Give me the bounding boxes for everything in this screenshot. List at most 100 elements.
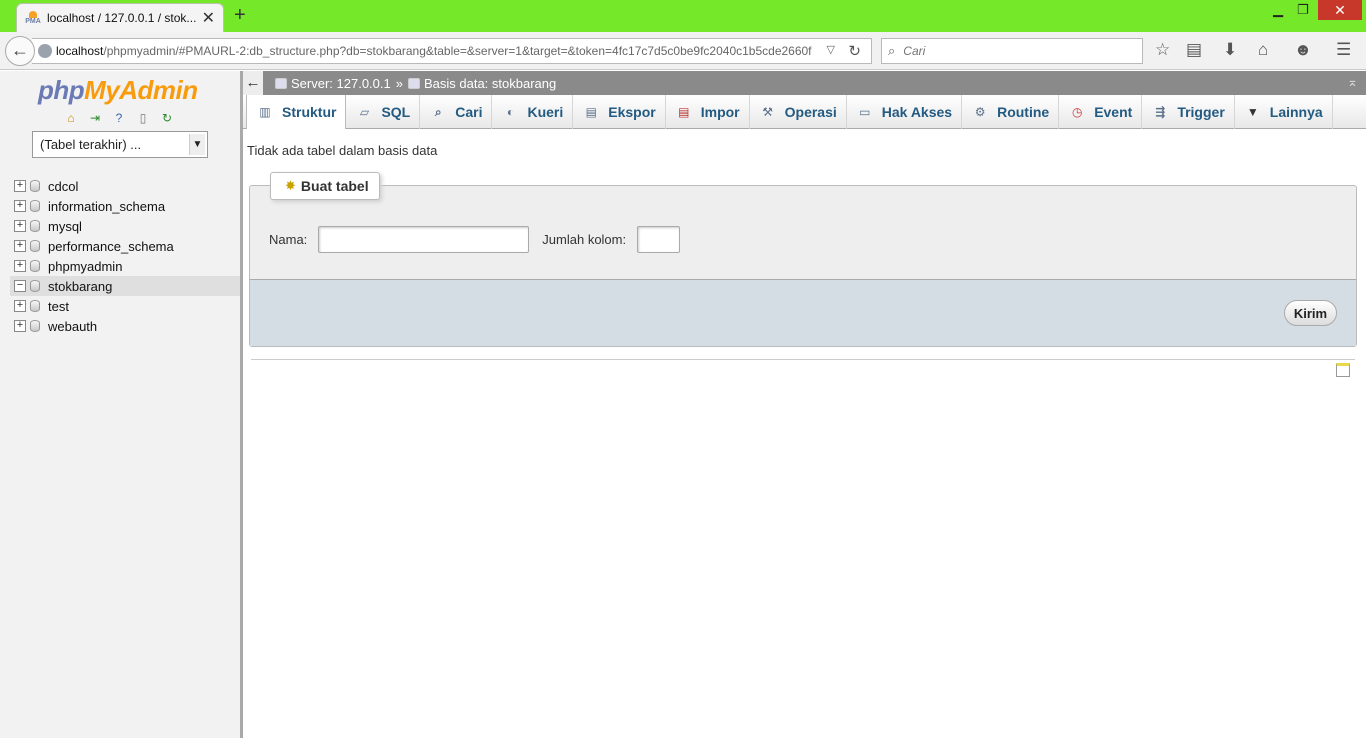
tab-cari[interactable]: ⌕ Cari [420,95,493,129]
expand-icon[interactable]: + [14,300,26,312]
reading-list-icon[interactable]: ▤ [1186,40,1202,60]
url-dropdown-icon[interactable]: ▽ [827,43,835,56]
db-name[interactable]: information_schema [48,199,165,214]
database-icon [30,200,40,212]
database-icon [30,300,40,312]
download-icon[interactable]: ⬇ [1223,40,1237,60]
db-item-information-schema[interactable]: + information_schema [10,196,240,216]
browser-search-bar[interactable]: ⌕ [881,38,1143,64]
url-bar[interactable]: localhost/phpmyadmin/#PMAURL-2:db_struct… [32,38,872,64]
database-icon [30,220,40,232]
db-name[interactable]: webauth [48,319,97,334]
db-name[interactable]: phpmyadmin [48,259,122,274]
tab-trigger[interactable]: ⇶ Trigger [1142,95,1235,129]
export-icon: ▤ [585,105,597,119]
submit-button[interactable]: Kirim [1284,300,1337,326]
home-icon[interactable]: ⌂ [1258,40,1268,60]
restore-icon[interactable]: ❐ [1297,2,1309,18]
column-count-input[interactable] [637,226,681,253]
tab-struktur[interactable]: ▥ Struktur [246,95,347,129]
db-name[interactable]: mysql [48,219,82,234]
browser-tab[interactable]: PMA localhost / 127.0.0.1 / stok... ✕ [16,3,224,32]
search-icon: ⌕ [434,105,442,119]
chat-icon[interactable]: ☻ [1294,40,1312,60]
caret-down-icon: ▼ [1246,105,1259,119]
db-item-cdcol[interactable]: + cdcol [10,176,240,196]
create-table-fields: Nama: Jumlah kolom: [269,226,681,253]
collapse-top-menu-icon[interactable]: ⌅ [1347,74,1358,90]
database-icon [30,280,40,292]
collapse-navigation-icon[interactable]: ← [243,71,263,95]
db-item-test[interactable]: + test [10,296,240,316]
breadcrumb-server[interactable]: Server: 127.0.0.1 [275,76,391,91]
db-name[interactable]: cdcol [48,179,78,194]
quick-links: ⌂ ⇥ ? ▯ ↻ [62,109,176,127]
db-name[interactable]: test [48,299,69,314]
panel-splitter[interactable] [240,71,243,738]
recent-tables-select[interactable]: (Tabel terakhir) ... ▼ [32,131,208,158]
logout-icon[interactable]: ⇥ [86,109,104,127]
database-icon [30,320,40,332]
tab-kueri[interactable]: ◐ Kueri [492,95,574,129]
tab-event[interactable]: ◷ Event [1059,95,1143,129]
browser-titlebar: PMA localhost / 127.0.0.1 / stok... ✕ + … [0,0,1366,32]
no-tables-notice: Tidak ada tabel dalam basis data [247,143,438,158]
expand-icon[interactable]: + [14,180,26,192]
trigger-icon: ⇶ [1155,105,1166,119]
tab-ekspor[interactable]: ▤ Ekspor [573,95,666,129]
help-icon[interactable]: ? [110,109,128,127]
column-count-label: Jumlah kolom: [542,232,627,247]
db-item-phpmyadmin[interactable]: + phpmyadmin [10,256,240,276]
navigation-panel: phpMyAdmin ⌂ ⇥ ? ▯ ↻ (Tabel terakhir) ..… [0,71,240,738]
tab-operasi[interactable]: ⚒ Operasi [750,95,847,129]
phpmyadmin-logo[interactable]: phpMyAdmin [38,75,198,106]
expand-icon[interactable]: + [14,320,26,332]
structure-icon: ▥ [259,105,271,119]
window-close-icon[interactable]: ✕ [1318,0,1362,20]
clock-icon: ◷ [1071,105,1083,119]
db-item-webauth[interactable]: + webauth [10,316,240,336]
recent-tables-value: (Tabel terakhir) ... [40,137,142,152]
back-button[interactable]: ← [5,36,35,66]
create-table-fieldset: ✸ Buat tabel Nama: Jumlah kolom: Kirim [249,172,1357,347]
database-tree: + cdcol + information_schema + mysql + p… [10,176,240,336]
create-table-footer: Kirim [250,279,1356,346]
search-icon: ⌕ [888,43,896,58]
minimize-icon[interactable]: ▁ [1273,2,1283,18]
new-tab-icon[interactable]: + [234,4,246,27]
db-item-mysql[interactable]: + mysql [10,216,240,236]
table-name-input[interactable] [318,226,530,253]
tab-sql[interactable]: ▱ SQL [346,95,421,129]
url-path: /phpmyadmin/#PMAURL-2:db_structure.php?d… [103,44,812,58]
tab-hak-akses[interactable]: ▭ Hak Akses [847,95,963,129]
db-name[interactable]: performance_schema [48,239,174,254]
database-icon [30,240,40,252]
tab-close-icon[interactable]: ✕ [202,8,215,28]
url-host: localhost [56,44,104,58]
tab-routine[interactable]: ⚙ Routine [962,95,1060,129]
bookmark-star-icon[interactable]: ☆ [1155,40,1170,60]
create-table-legend: ✸ Buat tabel [270,172,380,200]
expand-icon[interactable]: + [14,240,26,252]
expand-icon[interactable]: + [14,200,26,212]
tab-title: localhost / 127.0.0.1 / stok... [47,11,197,25]
menu-icon[interactable]: ☰ [1336,40,1351,60]
expand-icon[interactable]: + [14,260,26,272]
db-item-performance-schema[interactable]: + performance_schema [10,236,240,256]
query-icon: ◐ [506,105,515,119]
collapse-icon[interactable]: − [14,280,26,292]
tab-lainnya[interactable]: ▼ Lainnya [1235,95,1333,129]
home-icon[interactable]: ⌂ [62,109,80,127]
privileges-icon: ▭ [859,105,871,119]
reload-navigation-icon[interactable]: ↻ [158,109,176,127]
tab-impor[interactable]: ▤ Impor [666,95,750,129]
documentation-icon[interactable]: ▯ [134,109,152,127]
pma-favicon-icon: PMA [25,11,41,25]
console-icon[interactable] [1336,363,1350,377]
expand-icon[interactable]: + [14,220,26,232]
browser-search-input[interactable] [901,43,1122,59]
db-item-stokbarang[interactable]: − stokbarang [10,276,240,296]
reload-icon[interactable]: ↻ [848,42,861,60]
breadcrumb-database[interactable]: Basis data: stokbarang [407,76,556,91]
db-name[interactable]: stokbarang [48,279,112,294]
